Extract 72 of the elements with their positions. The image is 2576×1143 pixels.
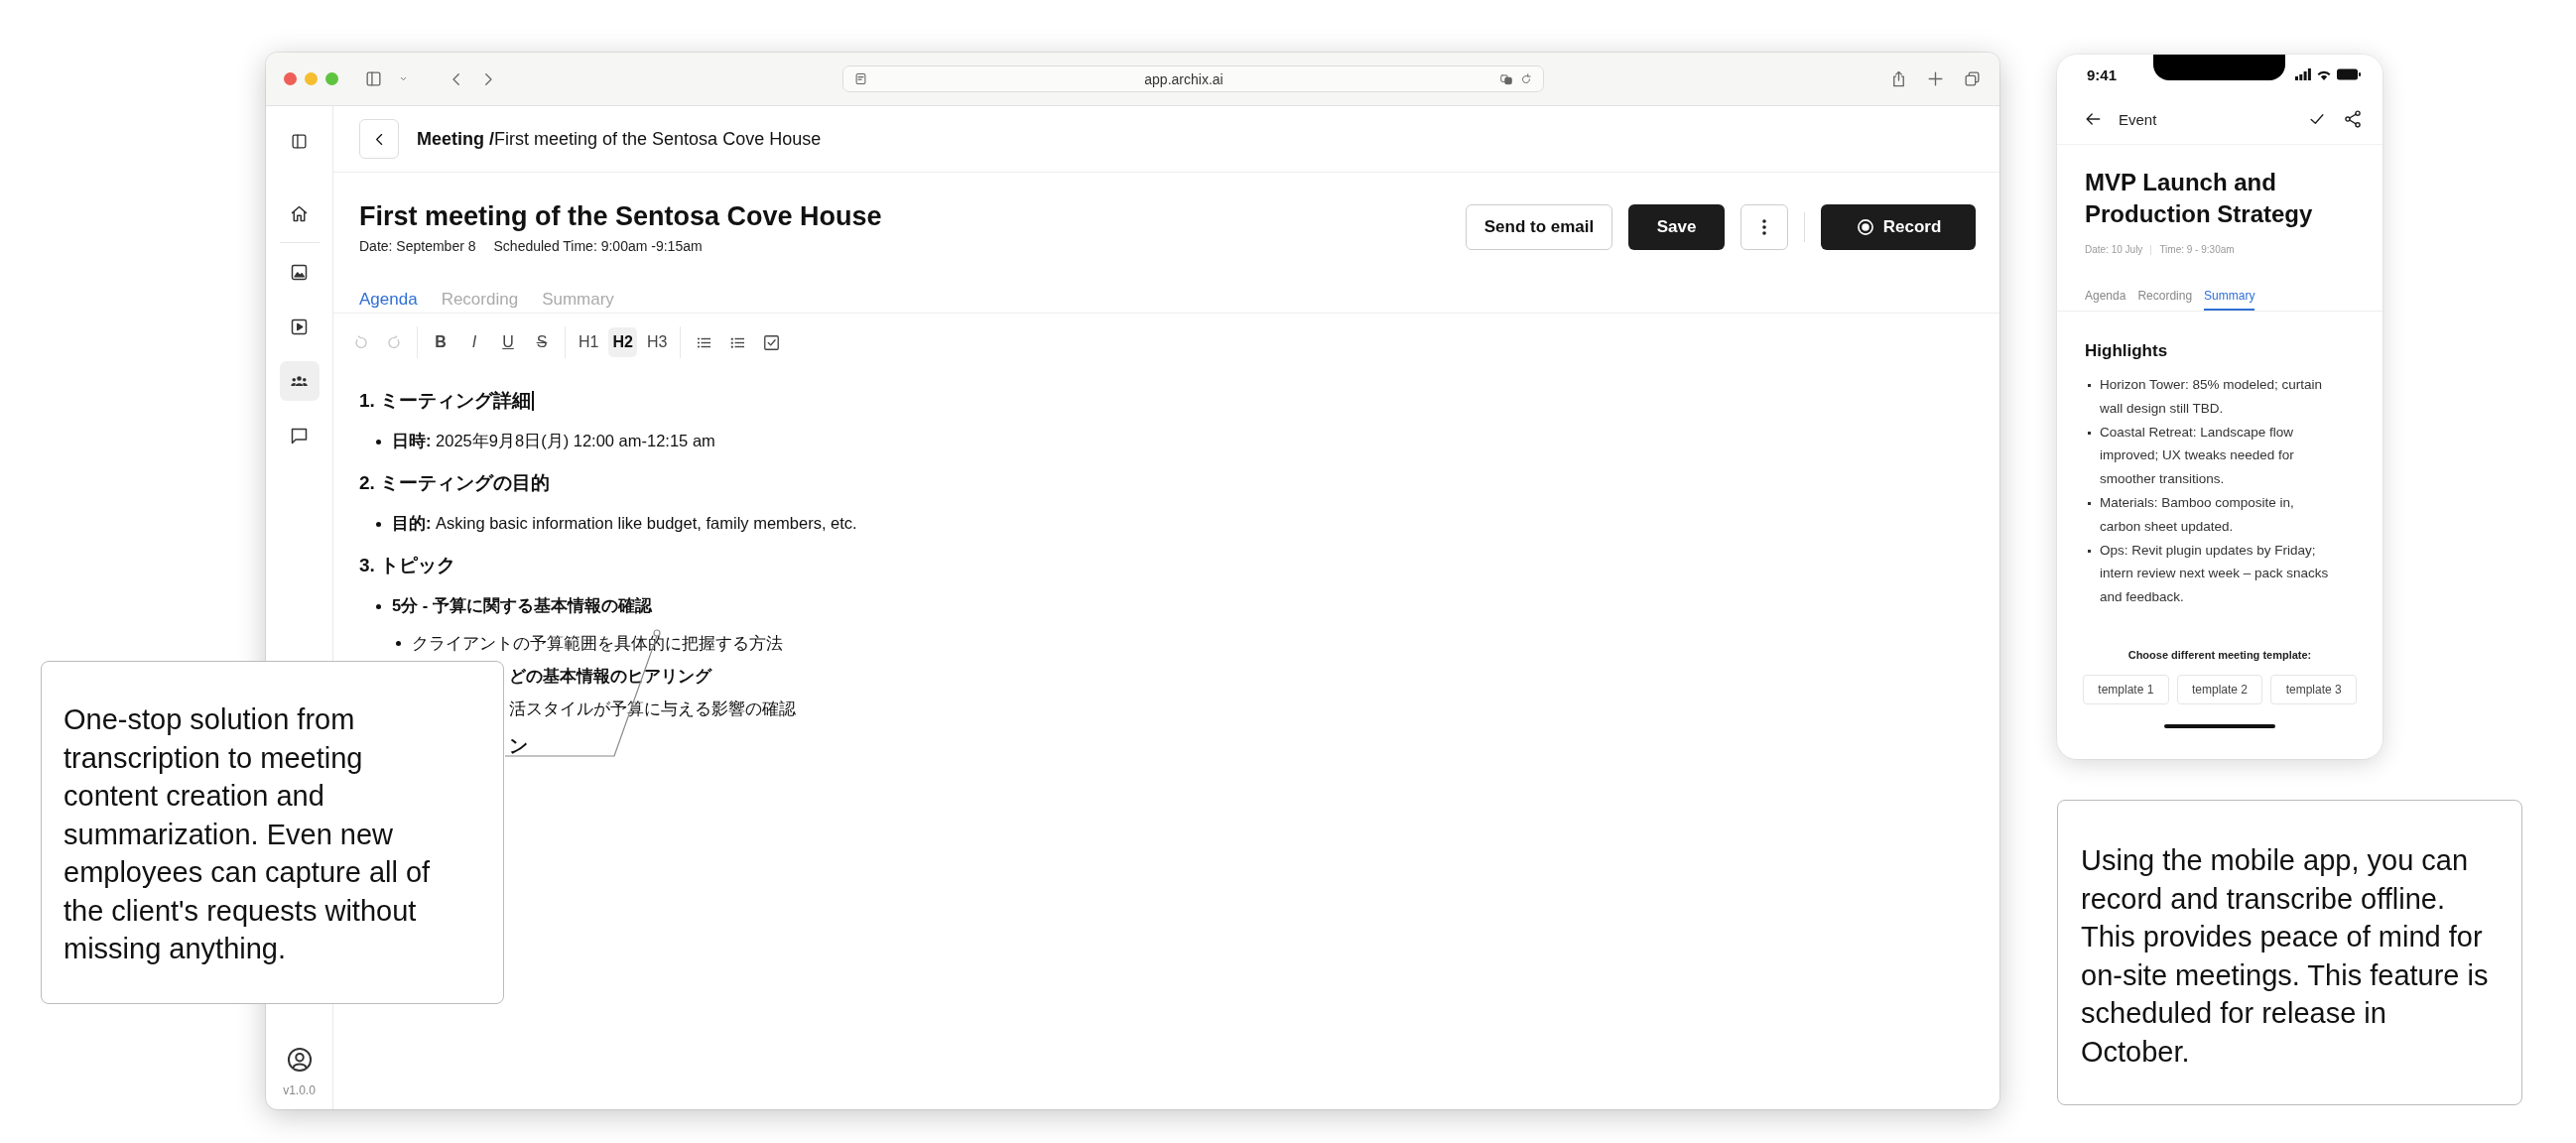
battery-icon: [2337, 68, 2361, 80]
user-icon: [285, 1046, 314, 1074]
list-text: 5分 - 予算に関する基本情報の確認: [392, 595, 652, 617]
record-icon: [1855, 217, 1875, 237]
bullet-icon: [376, 521, 381, 527]
bullet-icon: [2088, 384, 2091, 387]
panel-icon: [290, 131, 309, 151]
template-button[interactable]: template 2: [2176, 674, 2263, 704]
meeting-date: Date: September 8: [359, 238, 476, 254]
bullet-icon: [2088, 502, 2091, 505]
template-button[interactable]: template 3: [2270, 674, 2357, 704]
highlight-text: Ops: Revit plugin updates by Friday; intern review next week – pack snacks and feedback.: [2100, 541, 2330, 607]
tabs-icon: [1963, 69, 1982, 88]
save-button[interactable]: Save: [1628, 204, 1725, 250]
event-date: Date: 10 July: [2085, 244, 2143, 255]
tab[interactable]: Recording: [2137, 289, 2193, 311]
more-icon: [1762, 219, 1766, 235]
sidebar-button[interactable]: [279, 361, 320, 401]
highlight-text: Coastal Retreat: Landscape flow improved; UX tweaks needed for smoother transitions.: [2100, 423, 2295, 489]
highlight-text: Materials: Bamboo composite in, carbon sheet updated.: [2100, 494, 2295, 536]
share-icon: [2343, 109, 2363, 129]
heading-text: ン: [509, 733, 528, 758]
italic-button[interactable]: I: [460, 327, 488, 357]
highlight-text: Horizon Tower: 85% modeled; curtain wall design still TBD.: [2100, 376, 2324, 418]
list-text: 目的: Asking basic information like budget, family members, etc.: [392, 513, 857, 534]
list-text: どの基本情報のヒアリング: [509, 665, 711, 687]
list-text: クライアントの予算範囲を具体的に把握する方法: [412, 632, 783, 654]
strikethrough-button[interactable]: S: [528, 327, 556, 357]
close-button[interactable]: [284, 72, 297, 85]
tab[interactable]: Agenda: [359, 286, 418, 313]
reload-icon: [1519, 71, 1533, 86]
heading-text: 2. ミーティングの目的: [359, 470, 551, 495]
meeting-title: First meeting of the Sentosa Cove House: [359, 200, 883, 232]
event-time: Time: 9 - 9:30am: [2159, 244, 2235, 255]
bullet-icon: [376, 603, 381, 609]
tab[interactable]: Agenda: [2085, 289, 2126, 311]
list-text: 活スタイルが予算に与える影響の確認: [509, 698, 796, 719]
tab[interactable]: Summary: [2204, 289, 2255, 311]
translate-icon: [1499, 71, 1513, 86]
signal-icon: [2295, 68, 2311, 80]
heading-button[interactable]: H1: [575, 327, 603, 357]
heading-text: 3. トピック: [359, 553, 456, 577]
status-time: 9:41: [2087, 65, 2118, 83]
callout-text: Using the mobile app, you can record and transcribe offline. This provides peace of mind for on-site meetings. This feature is scheduled for release in October.: [2081, 843, 2490, 1070]
bullet-icon: [376, 439, 381, 444]
wifi-icon: [2316, 68, 2332, 80]
bullet-icon: [2088, 549, 2091, 553]
checkbox-icon: [761, 332, 781, 352]
bullet-icon: [396, 641, 401, 646]
event-title: MVP Launch and Production Strategy: [2085, 168, 2314, 229]
template-button[interactable]: template 1: [2083, 674, 2169, 704]
heading-button[interactable]: H2: [608, 327, 637, 357]
screen-title: Event: [2119, 110, 2158, 128]
version-label: v1.0.0: [283, 1083, 316, 1097]
share-button[interactable]: [2343, 109, 2363, 129]
callout-text: One-stop solution from transcription to meeting content creation and summarization. Even new employees can capture all of the client's requests without missing anything.: [64, 702, 432, 966]
record-button[interactable]: Record: [1821, 204, 1976, 250]
list-text: 日時: 2025年9月8日(月) 12:00 am-12:15 am: [392, 431, 715, 451]
address-bar[interactable]: app.archix.ai: [842, 65, 1544, 92]
template-prompt: Choose different meeting template:: [2126, 648, 2313, 661]
underline-button[interactable]: U: [494, 327, 522, 357]
heading-button[interactable]: H3: [642, 327, 672, 357]
send-email-button[interactable]: Send to email: [1466, 204, 1612, 250]
heading-text: 1. ミーティング詳細: [359, 388, 534, 414]
plus-icon: [1926, 69, 1945, 88]
bold-button[interactable]: B: [427, 327, 454, 357]
scheduled-time: Scheduled Time: 9:00am -9:15am: [493, 238, 703, 254]
breadcrumb: Meeting /First meeting of the Sentosa Cove House: [417, 128, 822, 150]
page-icon: [853, 71, 868, 86]
bullet-icon: [2088, 431, 2091, 435]
panel-icon: [364, 69, 383, 88]
section-heading: Highlights: [2085, 341, 2169, 361]
